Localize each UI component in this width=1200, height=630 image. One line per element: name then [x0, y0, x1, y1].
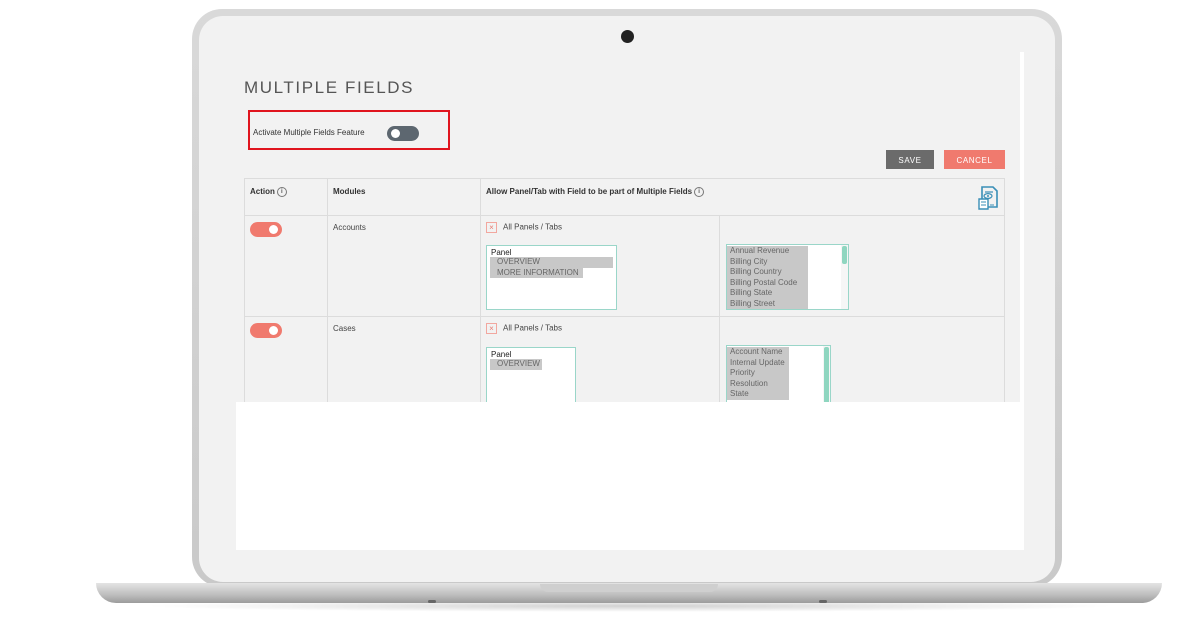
column-divider [480, 179, 481, 402]
row-divider [245, 215, 1004, 216]
all-panels-label: All Panels / Tabs [503, 323, 562, 333]
toggle-knob [269, 225, 278, 234]
panel-option[interactable]: MORE INFORMATION [490, 267, 583, 278]
field-option[interactable]: Internal Update [727, 357, 789, 369]
save-button[interactable]: SAVE [886, 150, 934, 169]
column-divider [327, 179, 328, 402]
all-panels-option[interactable]: × All Panels / Tabs [486, 323, 562, 334]
field-listbox[interactable]: Annual Revenue Billing City Billing Coun… [726, 244, 849, 310]
modules-table: Action i Modules Allow Panel/Tab with Fie… [244, 178, 1005, 402]
panel-listbox[interactable]: Panel OVERVIEW [486, 347, 576, 402]
field-option[interactable]: Account Name [727, 347, 789, 358]
all-panels-label: All Panels / Tabs [503, 222, 562, 232]
module-name: Accounts [333, 223, 366, 232]
header-allow-panel: Allow Panel/Tab with Field to be part of… [486, 187, 705, 197]
panel-option[interactable]: OVERVIEW [490, 257, 613, 268]
field-listbox[interactable]: Account Name Internal Update Priority Re… [726, 345, 831, 402]
all-panels-option[interactable]: × All Panels / Tabs [486, 222, 562, 233]
laptop-foot [428, 600, 436, 603]
toggle-knob [269, 326, 278, 335]
module-enable-toggle-cases[interactable] [250, 323, 282, 338]
scrollbar[interactable] [841, 245, 848, 309]
multiple-fields-page: MULTIPLE FIELDS Activate Multiple Fields… [236, 52, 1020, 402]
laptop-foot [819, 600, 827, 603]
field-option[interactable]: Billing City [727, 256, 808, 268]
header-action-label: Action [250, 187, 275, 197]
field-option[interactable]: Annual Revenue [727, 246, 808, 257]
scroll-thumb[interactable] [842, 246, 847, 264]
header-action: Action i [250, 187, 287, 197]
field-option[interactable]: Billing Postal Code [727, 277, 808, 289]
panel-option[interactable]: OVERVIEW [490, 359, 542, 370]
panel-listbox[interactable]: Panel OVERVIEW MORE INFORMATION [486, 245, 617, 310]
field-option[interactable]: Priority [727, 368, 789, 379]
column-divider [719, 215, 720, 402]
header-modules: Modules [333, 187, 366, 196]
laptop-notch [540, 584, 718, 592]
document-preview-icon[interactable] [977, 185, 1001, 211]
panel-list-header: Panel [491, 350, 512, 359]
feature-toggle-label: Activate Multiple Fields Feature [253, 128, 365, 137]
row-divider [245, 316, 1004, 317]
field-option[interactable]: State [727, 389, 789, 400]
close-icon[interactable]: × [486, 222, 497, 233]
field-option[interactable]: Billing State [727, 288, 808, 299]
header-allow-panel-label: Allow Panel/Tab with Field to be part of… [486, 187, 693, 197]
field-option[interactable]: Billing Country [727, 267, 808, 278]
info-circle-icon[interactable]: i [276, 187, 287, 197]
page-title: MULTIPLE FIELDS [244, 78, 415, 97]
panel-list-header: Panel [491, 248, 512, 257]
cancel-button[interactable]: CANCEL [944, 150, 1005, 169]
camera-icon [621, 30, 634, 43]
scrollbar[interactable] [823, 346, 830, 402]
info-circle-icon[interactable]: i [694, 187, 705, 197]
activate-feature-toggle[interactable] [387, 126, 419, 141]
close-icon[interactable]: × [486, 323, 497, 334]
scroll-thumb[interactable] [824, 347, 829, 402]
module-enable-toggle-accounts[interactable] [250, 222, 282, 237]
laptop-screen: MULTIPLE FIELDS Activate Multiple Fields… [236, 52, 1024, 550]
toggle-knob [391, 129, 400, 138]
field-option[interactable]: Resolution [727, 378, 789, 390]
module-name: Cases [333, 324, 356, 333]
field-option[interactable]: Billing Street [727, 298, 808, 309]
